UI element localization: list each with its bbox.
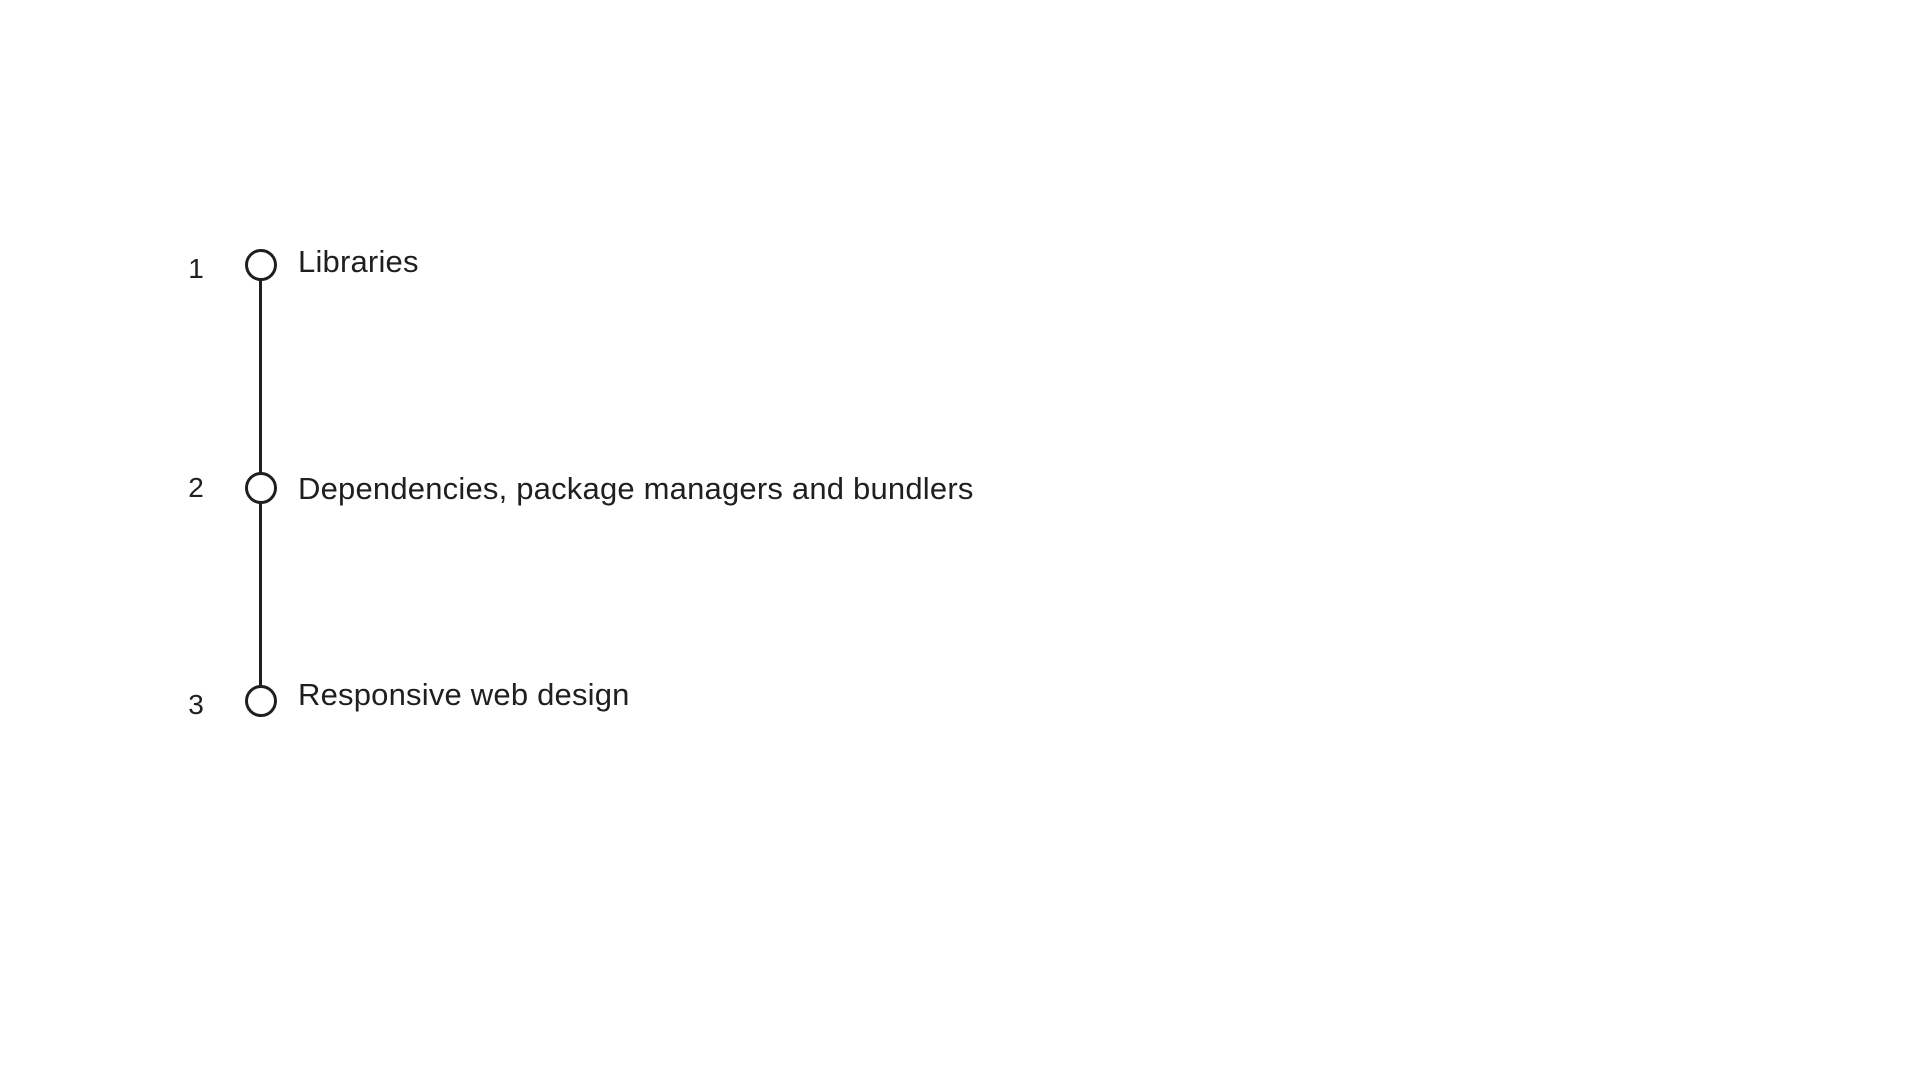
step-number: 1 <box>188 253 204 284</box>
step-label: Responsive web design <box>298 677 630 712</box>
step-number: 3 <box>188 689 204 720</box>
circle-node-icon <box>245 249 277 281</box>
step-label: Dependencies, package managers and bundl… <box>298 471 974 506</box>
circle-node-icon <box>245 685 277 717</box>
slide: 1 Libraries 2 Dependencies, package mana… <box>0 0 1920 1080</box>
step-label: Libraries <box>298 244 419 279</box>
step-number: 2 <box>188 472 204 503</box>
circle-node-icon <box>245 472 277 504</box>
